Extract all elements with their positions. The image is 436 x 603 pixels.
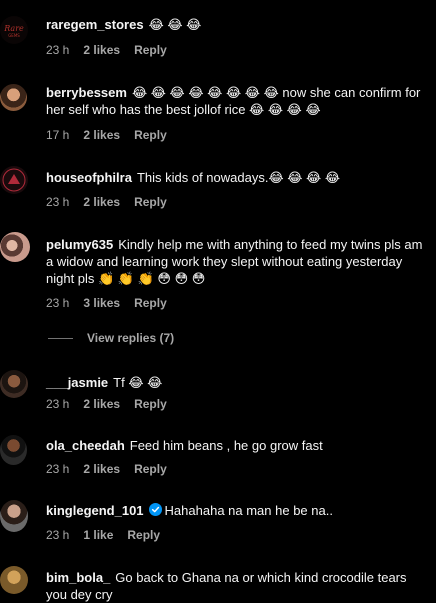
username[interactable]: bim_bola_ [46,570,110,585]
username[interactable]: houseofphilra [46,170,132,185]
comment-body: bim_bola_ Go back to Ghana na or which ki… [46,569,430,603]
reply-button[interactable]: Reply [134,462,167,476]
reply-button[interactable]: Reply [134,296,167,310]
divider [48,338,73,340]
comment-meta: 17 h 2 likes Reply [46,128,181,142]
likes-count[interactable]: 2 likes [83,462,120,476]
avatar[interactable] [0,435,27,465]
reply-button[interactable]: Reply [134,128,167,142]
username[interactable]: ola_cheedah [46,438,125,453]
comment-body: kinglegend_101 Hahahaha na man he be na.. [46,502,430,519]
comment-body: raregem_stores 😂 😂 😂 [46,16,430,33]
likes-count[interactable]: 2 likes [83,128,120,142]
view-replies-button[interactable]: View replies (7) [48,331,174,345]
username[interactable]: ___jasmie [46,375,108,390]
comment-meta: 23 h 2 likes Reply [46,462,181,476]
username[interactable]: berrybessem [46,85,127,100]
username[interactable]: kinglegend_101 [46,503,144,518]
view-replies-label: View replies (7) [87,331,175,345]
svg-text:GEMS: GEMS [8,33,20,38]
timestamp: 23 h [46,397,70,411]
comment-text: This kids of nowadays.😂 😂 😂 😂 [136,170,341,185]
timestamp: 23 h [46,528,70,542]
verified-badge-icon [148,503,162,516]
reply-button[interactable]: Reply [127,528,160,542]
comment-body: ___jasmie Tf 😂 😂 [46,374,430,391]
reply-button[interactable]: Reply [134,43,167,57]
comment-body: berrybessem 😂 😂 😂 😂 😂 😂 😂 😂 now she can c… [46,84,430,118]
comment-body: ola_cheedah Feed him beans , he go grow f… [46,437,430,454]
comment-meta: 23 h 3 likes Reply [46,296,181,310]
avatar[interactable] [0,84,27,111]
reply-button[interactable]: Reply [134,195,167,209]
timestamp: 23 h [46,43,70,57]
avatar[interactable]: Rare GEMS [0,16,28,44]
comment-meta: 23 h 2 likes Reply [46,397,181,411]
comment-text: Feed him beans , he go grow fast [129,438,323,453]
comment-body: pelumy635 Kindly help me with anything to… [46,236,430,287]
reply-button[interactable]: Reply [134,397,167,411]
houseofphilra-logo-icon [2,168,26,192]
raregem-logo-icon: Rare GEMS [3,24,24,38]
comment-text: 😂 😂 😂 [148,17,202,32]
comment-body: houseofphilra This kids of nowadays.😂 😂 😂… [46,169,430,186]
username[interactable]: raregem_stores [46,17,144,32]
timestamp: 23 h [46,195,70,209]
timestamp: 17 h [46,128,70,142]
likes-count[interactable]: 3 likes [83,296,120,310]
likes-count[interactable]: 2 likes [83,195,120,209]
svg-text:Rare: Rare [3,24,24,33]
avatar[interactable] [0,500,28,532]
avatar[interactable] [0,166,28,194]
comment-meta: 23 h 2 likes Reply [46,195,181,209]
likes-count[interactable]: 1 like [83,528,113,542]
avatar[interactable] [0,566,28,594]
timestamp: 23 h [46,296,70,310]
likes-count[interactable]: 2 likes [83,43,120,57]
comment-meta: 23 h 1 like Reply [46,528,174,542]
comment-text: Tf 😂 😂 [113,375,163,390]
avatar[interactable] [0,370,28,398]
comment-meta: 23 h 2 likes Reply [46,43,181,57]
avatar[interactable] [0,232,30,262]
timestamp: 23 h [46,462,70,476]
comment-text: Hahahaha na man he be na.. [164,503,333,518]
likes-count[interactable]: 2 likes [83,397,120,411]
username[interactable]: pelumy635 [46,237,113,252]
